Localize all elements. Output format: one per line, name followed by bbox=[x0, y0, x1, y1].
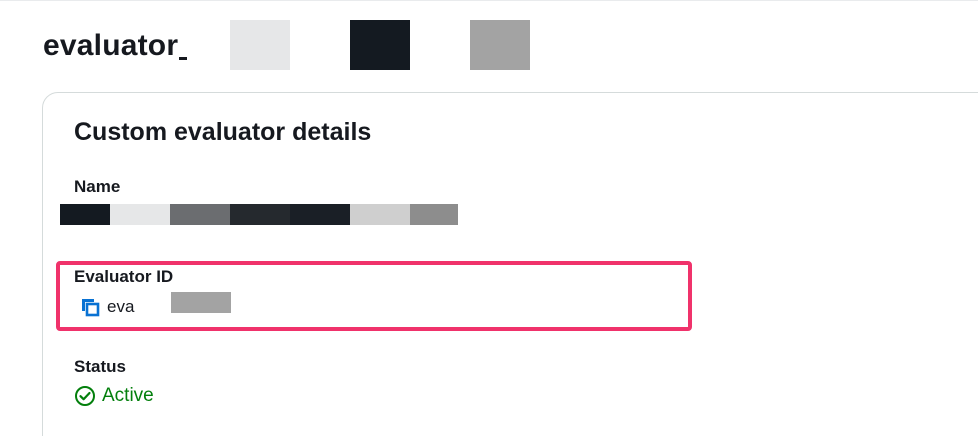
copy-icon[interactable] bbox=[79, 296, 101, 318]
redacted-block bbox=[110, 204, 170, 225]
name-label: Name bbox=[74, 177, 121, 196]
name-value-redacted bbox=[60, 204, 458, 225]
redacted-block bbox=[171, 292, 231, 313]
details-card: Custom evaluator details Name Evaluator … bbox=[42, 92, 978, 436]
redacted-block bbox=[350, 20, 410, 70]
evaluator-id-value-row: eva bbox=[79, 295, 134, 319]
card-title: Custom evaluator details bbox=[74, 118, 372, 146]
check-circle-icon bbox=[75, 386, 95, 406]
status-value-row: Active bbox=[74, 385, 154, 407]
redacted-block bbox=[60, 204, 110, 225]
redacted-block bbox=[170, 204, 230, 225]
page-header: evaluator bbox=[43, 20, 188, 72]
redacted-block bbox=[470, 20, 530, 70]
redacted-block bbox=[290, 204, 350, 225]
page: evaluator Custom evaluator details Name … bbox=[0, 0, 978, 436]
status-value: Active bbox=[102, 385, 154, 406]
redacted-block bbox=[410, 204, 458, 225]
top-divider bbox=[0, 0, 978, 1]
page-title: evaluator bbox=[43, 29, 179, 62]
redacted-block bbox=[230, 20, 290, 70]
status-label: Status bbox=[74, 357, 126, 376]
redacted-block bbox=[350, 204, 410, 225]
evaluator-id-value: eva bbox=[107, 297, 135, 316]
title-underscore bbox=[179, 56, 188, 60]
evaluator-id-label: Evaluator ID bbox=[74, 267, 174, 286]
redacted-block bbox=[230, 204, 290, 225]
